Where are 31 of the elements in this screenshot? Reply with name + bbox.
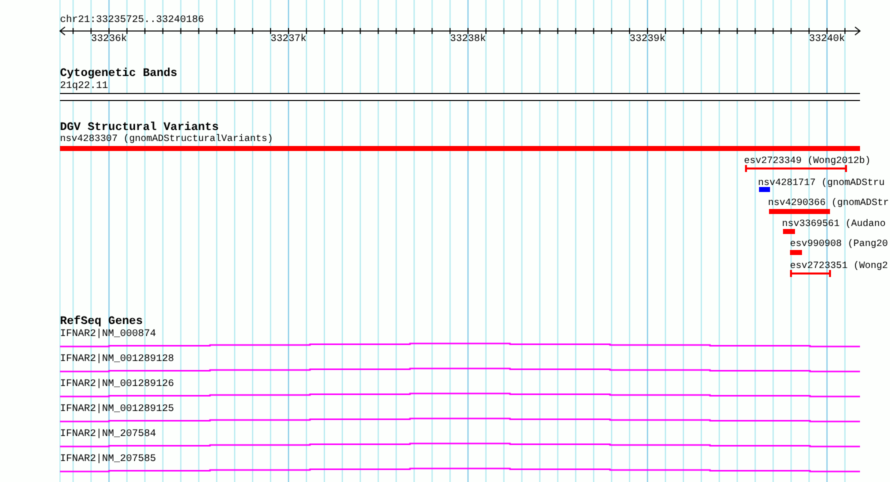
transcript-label: IFNAR2|NM_207585 [60, 454, 156, 466]
track-title: Cytogenetic Bands [60, 67, 178, 81]
variant-span[interactable] [790, 270, 831, 277]
variant-span[interactable] [745, 165, 847, 172]
transcript-line[interactable] [60, 468, 860, 472]
transcript-label: IFNAR2|NM_000874 [60, 329, 156, 341]
variant-label: esv990908 (Pang20 [790, 238, 888, 250]
transcript-label: IFNAR2|NM_207584 [60, 429, 156, 441]
track-title: DGV Structural Variants [60, 121, 219, 134]
tick-label: 33237k [270, 34, 306, 46]
transcript-line[interactable] [60, 442, 860, 448]
transcript-label: IFNAR2|NM_001289126 [60, 379, 174, 391]
tick-label: 33238k [450, 34, 486, 46]
variant-label: nsv4283307 (gnomADStructuralVariants) [60, 133, 274, 145]
tick-label: 33236k [91, 34, 127, 46]
tick-label: 33239k [630, 34, 666, 46]
location-label: chr21:33235725..33240186 [60, 15, 204, 27]
variant-label: nsv4290366 (gnomADStr [768, 197, 889, 209]
band-label: 21q22.11 [60, 81, 108, 93]
tick-label: 33240k [809, 34, 845, 46]
transcript-label: IFNAR2|NM_001289125 [60, 404, 174, 416]
variant-label: esv2723351 (Wong2 [790, 260, 888, 272]
variant-label: nsv3369561 (Audano [782, 218, 886, 230]
transcript-line[interactable] [60, 342, 860, 348]
transcript-line[interactable] [60, 368, 860, 372]
track-title: RefSeq Genes [60, 315, 143, 328]
transcript-label: IFNAR2|NM_001289128 [60, 354, 174, 366]
variant-label: esv2723349 (Wong2012b) [744, 155, 871, 167]
transcript-line[interactable] [60, 392, 860, 398]
variant-label: nsv4281717 (gnomADStru [758, 177, 885, 189]
transcript-line[interactable] [60, 418, 860, 422]
